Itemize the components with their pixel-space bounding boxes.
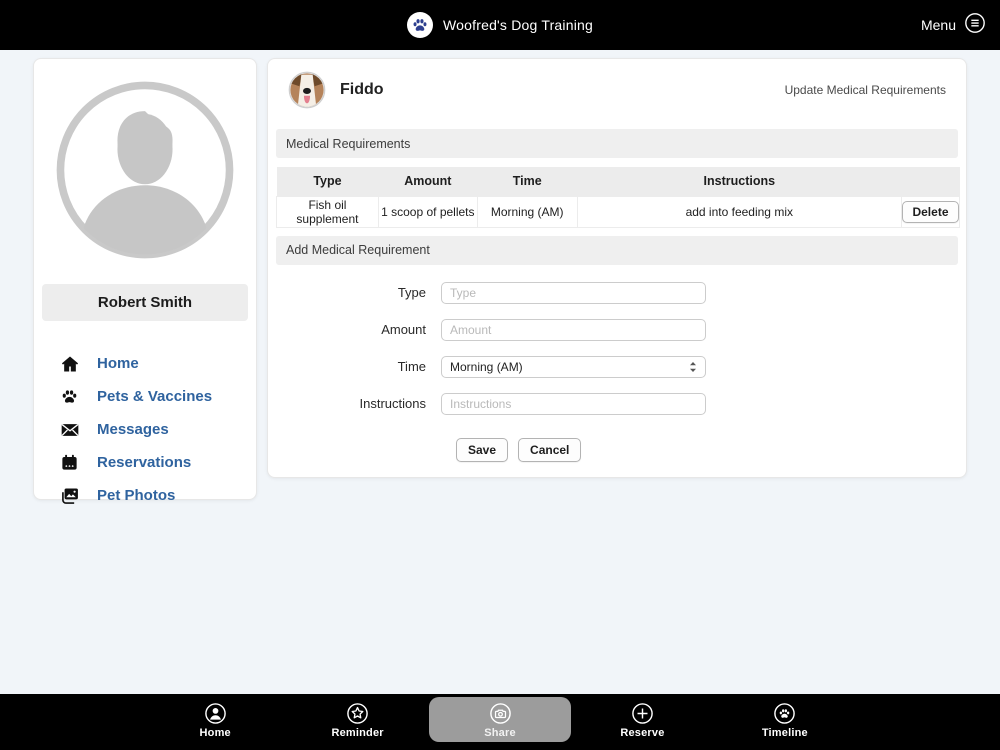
paw-circle-icon: [773, 701, 796, 725]
table-row: Fish oil supplement 1 scoop of pellets M…: [277, 196, 960, 227]
pet-header: Fiddo Update Medical Requirements: [268, 59, 966, 121]
sidebar-item-label: Pets & Vaccines: [97, 388, 212, 405]
top-bar: Woofred's Dog Training Menu: [0, 0, 1000, 50]
add-medical-requirement-form: Type Amount Time Morning (AM): [268, 282, 966, 462]
bottom-nav-reminder[interactable]: Reminder: [286, 697, 428, 742]
column-header-type: Type: [277, 167, 379, 196]
column-header-action: [901, 167, 959, 196]
table-header-row: Type Amount Time Instructions: [277, 167, 960, 196]
person-circle-icon: [204, 701, 227, 725]
cell-type: Fish oil supplement: [277, 196, 379, 227]
star-circle-icon: [346, 701, 369, 725]
cancel-button[interactable]: Cancel: [518, 438, 581, 462]
menu-button[interactable]: Menu: [921, 0, 986, 50]
save-button[interactable]: Save: [456, 438, 508, 462]
add-medical-requirement-section-header: Add Medical Requirement: [276, 236, 958, 265]
main-panel: Fiddo Update Medical Requirements Medica…: [267, 58, 967, 478]
sidebar-item-label: Messages: [97, 421, 169, 438]
camera-circle-icon: [489, 701, 512, 725]
brand: Woofred's Dog Training: [407, 12, 593, 38]
sidebar-nav: Home Pets & Vaccines Messag: [34, 347, 256, 512]
paw-logo-icon: [407, 12, 433, 38]
amount-input[interactable]: [441, 319, 706, 341]
bottom-nav: Home Reminder Share: [144, 694, 856, 750]
cell-time: Morning (AM): [477, 196, 577, 227]
sidebar-item-reservations[interactable]: Reservations: [34, 446, 256, 479]
photos-icon: [60, 486, 80, 506]
delete-button[interactable]: Delete: [902, 201, 958, 223]
instructions-input[interactable]: [441, 393, 706, 415]
avatar: [50, 75, 240, 270]
bottom-nav-label: Home: [200, 727, 231, 739]
time-select[interactable]: Morning (AM): [441, 356, 706, 378]
hamburger-circle-icon: [964, 12, 986, 39]
time-label: Time: [268, 359, 441, 374]
sidebar: Robert Smith Home Pets & Vaccines: [33, 58, 257, 500]
cell-amount: 1 scoop of pellets: [378, 196, 477, 227]
bottom-nav-label: Reminder: [331, 727, 383, 739]
update-medical-requirements-link[interactable]: Update Medical Requirements: [785, 83, 946, 97]
column-header-instructions: Instructions: [577, 167, 901, 196]
house-icon: [60, 354, 80, 374]
instructions-label: Instructions: [268, 396, 441, 411]
medical-requirements-section-header: Medical Requirements: [276, 129, 958, 158]
dog-avatar: [288, 71, 326, 109]
type-label: Type: [268, 285, 441, 300]
pet-name: Fiddo: [340, 81, 384, 99]
bottom-nav-home[interactable]: Home: [144, 697, 286, 742]
bottom-nav-label: Timeline: [762, 727, 808, 739]
column-header-amount: Amount: [378, 167, 477, 196]
sidebar-item-home[interactable]: Home: [34, 347, 256, 380]
sidebar-item-label: Home: [97, 355, 139, 372]
medical-requirements-table: Type Amount Time Instructions Fish oil s…: [276, 167, 960, 228]
type-input[interactable]: [441, 282, 706, 304]
cell-instructions: add into feeding mix: [577, 196, 901, 227]
bottom-nav-timeline[interactable]: Timeline: [714, 697, 856, 742]
sidebar-item-pet-photos[interactable]: Pet Photos: [34, 479, 256, 512]
app-title: Woofred's Dog Training: [443, 17, 593, 33]
column-header-time: Time: [477, 167, 577, 196]
sidebar-item-label: Reservations: [97, 454, 191, 471]
bottom-nav-share[interactable]: Share: [429, 697, 571, 742]
bottom-nav-label: Share: [484, 727, 516, 739]
sidebar-item-messages[interactable]: Messages: [34, 413, 256, 446]
user-name: Robert Smith: [42, 284, 248, 321]
plus-circle-icon: [631, 701, 654, 725]
sidebar-item-pets-vaccines[interactable]: Pets & Vaccines: [34, 380, 256, 413]
bottom-nav-reserve[interactable]: Reserve: [571, 697, 713, 742]
bottom-nav-label: Reserve: [620, 727, 664, 739]
envelope-icon: [60, 420, 80, 440]
paw-icon: [60, 387, 80, 407]
bottom-bar: Home Reminder Share: [0, 694, 1000, 750]
calendar-icon: [60, 453, 80, 473]
sidebar-item-label: Pet Photos: [97, 487, 175, 504]
menu-label: Menu: [921, 17, 956, 33]
amount-label: Amount: [268, 322, 441, 337]
